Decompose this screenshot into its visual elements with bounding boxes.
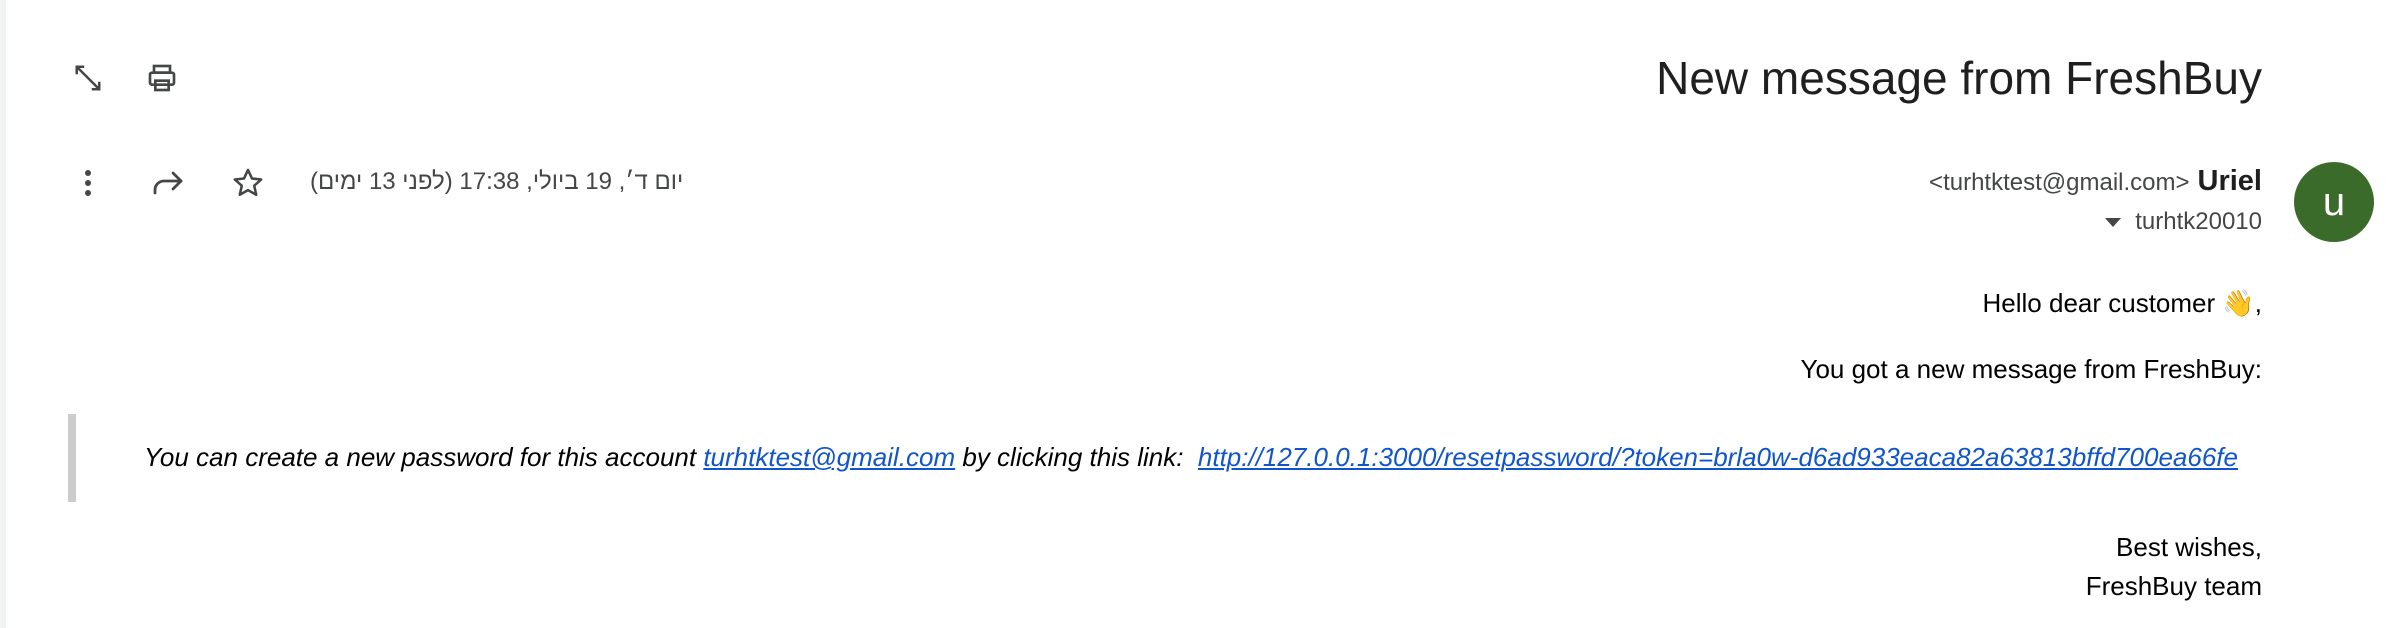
sender-avatar[interactable]: u bbox=[2294, 162, 2374, 242]
print-icon bbox=[146, 62, 178, 94]
open-in-new-window-button[interactable] bbox=[60, 50, 116, 106]
quote-text-part2: by clicking this link: bbox=[955, 442, 1198, 472]
quote-text: You can create a new password for this a… bbox=[144, 440, 2238, 474]
message-date: יום ד׳, 19 ביולי, 17:38 (לפני 13 ימים) bbox=[310, 168, 684, 195]
recipient-details-toggle[interactable]: turhtk20010 bbox=[2105, 206, 2262, 238]
print-button[interactable] bbox=[134, 50, 190, 106]
signature-text: FreshBuy team bbox=[2085, 571, 2262, 601]
open-in-new-window-icon bbox=[73, 63, 103, 93]
forward-button[interactable] bbox=[140, 155, 196, 211]
more-options-button[interactable] bbox=[60, 155, 116, 211]
intro-text: You got a new message from FreshBuy: bbox=[1800, 354, 2263, 384]
forward-icon bbox=[152, 169, 184, 197]
sender-name[interactable]: Uriel bbox=[2198, 165, 2262, 197]
greeting-text: Hello dear customer 👋, bbox=[1982, 288, 2262, 318]
star-icon bbox=[231, 166, 265, 200]
star-button[interactable] bbox=[220, 155, 276, 211]
recipient-name: turhtk20010 bbox=[2135, 208, 2262, 235]
reset-password-link[interactable]: http://127.0.0.1:3000/resetpassword/?tok… bbox=[1198, 442, 2238, 472]
email-subject: New message from FreshBuy bbox=[1656, 52, 2262, 104]
quote-email-link[interactable]: turhtktest@gmail.com bbox=[703, 442, 955, 472]
closing-text: Best wishes, bbox=[2116, 532, 2262, 562]
left-edge-bar bbox=[0, 0, 6, 628]
quote-text-part1: You can create a new password for this a… bbox=[144, 442, 704, 472]
caret-down-icon bbox=[2105, 217, 2122, 227]
more-vert-icon bbox=[76, 167, 100, 199]
sender-line: <turhtktest@gmail.com> Uriel bbox=[1929, 162, 2262, 202]
sender-email: <turhtktest@gmail.com> bbox=[1929, 169, 2190, 196]
